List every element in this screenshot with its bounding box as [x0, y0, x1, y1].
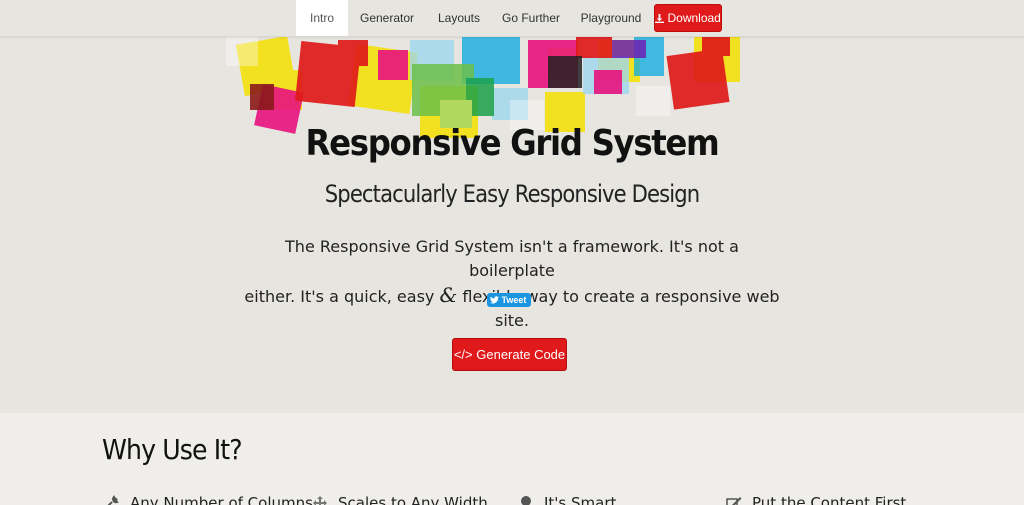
generate-code-button[interactable]: </> Generate Code: [452, 338, 567, 371]
feature-label: Put the Content First: [752, 494, 907, 505]
nav-layouts[interactable]: Layouts: [432, 0, 486, 36]
download-button[interactable]: Download: [654, 4, 722, 32]
twitter-bird-icon: [490, 296, 499, 304]
feature-label: Any Number of Columns: [130, 494, 313, 505]
nav-intro[interactable]: Intro: [296, 0, 348, 36]
edit-icon: [726, 497, 742, 505]
generate-code-label: Generate Code: [476, 347, 566, 362]
page-title: Responsive Grid System: [305, 123, 720, 164]
feature-item: It's Smart: [518, 494, 616, 505]
code-icon: </>: [453, 347, 473, 362]
resize-icon: [313, 496, 327, 505]
intro-paragraph: The Responsive Grid System isn't a frame…: [244, 235, 780, 333]
nav-go-further[interactable]: Go Further: [500, 0, 562, 36]
tweet-button[interactable]: Tweet: [487, 293, 531, 307]
feature-item: Any Number of Columns: [104, 494, 313, 505]
nav-generator[interactable]: Generator: [356, 0, 418, 36]
download-label: Download: [667, 11, 721, 25]
nav-playground[interactable]: Playground: [578, 0, 644, 36]
lightbulb-icon: [521, 496, 531, 505]
intro-line-2-start: either. It's a quick, easy: [244, 287, 440, 306]
intro-line-1: The Responsive Grid System isn't a frame…: [285, 237, 739, 280]
tweet-label: Tweet: [501, 295, 527, 305]
download-icon: [655, 14, 665, 23]
feature-item: Scales to Any Width: [312, 494, 488, 505]
section-title: Why Use It?: [102, 433, 243, 466]
top-navbar: Intro Generator Layouts Go Further Playg…: [0, 0, 1024, 37]
feature-label: It's Smart: [544, 494, 617, 505]
page-subtitle: Spectacularly Easy Responsive Design: [324, 180, 700, 208]
ampersand: &: [439, 283, 458, 307]
wrench-icon: [107, 495, 119, 505]
feature-item: Put the Content First: [726, 494, 906, 505]
hero-section: Responsive Grid System Spectacularly Eas…: [0, 0, 1024, 413]
page: Responsive Grid System Spectacularly Eas…: [0, 0, 1024, 505]
feature-label: Scales to Any Width: [338, 494, 488, 505]
